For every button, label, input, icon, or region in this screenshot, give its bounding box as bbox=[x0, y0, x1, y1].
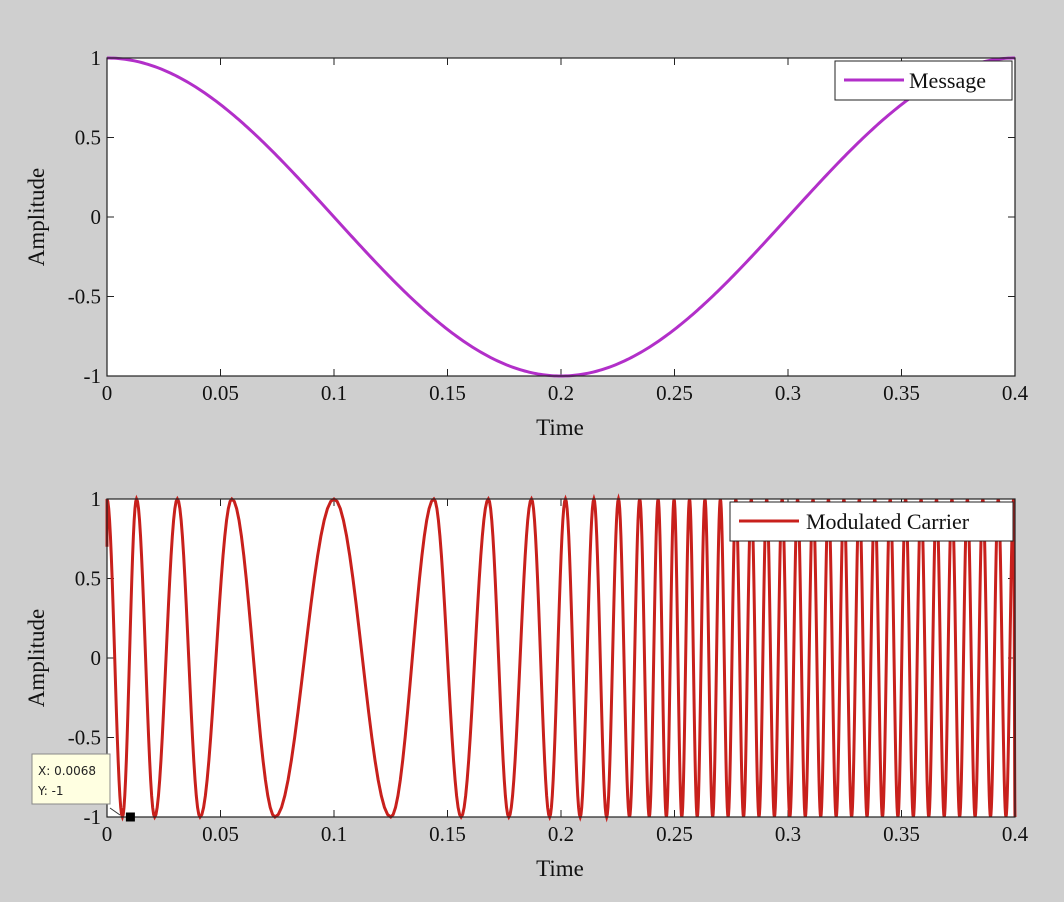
message-y-tick-label: -0.5 bbox=[68, 285, 101, 309]
modulated-carrier-chart: 0 0.05 0.1 0.15 0.2 0.25 0.3 0.35 0.4 -1 -0.5 0 0.5 1… bbox=[24, 487, 1029, 881]
message-y-tick-label: 1 bbox=[91, 46, 102, 70]
message-x-axis-label: Time bbox=[536, 415, 584, 440]
message-x-tick-label: 0.4 bbox=[1002, 381, 1029, 405]
message-x-tick-label: 0.35 bbox=[883, 381, 920, 405]
carrier-x-tick-label: 0.05 bbox=[202, 822, 239, 846]
message-plot-area[interactable] bbox=[107, 58, 1015, 376]
carrier-y-tick-label: 1 bbox=[91, 487, 102, 511]
carrier-x-tick-label: 0.2 bbox=[548, 822, 574, 846]
carrier-x-tick-label: 0.25 bbox=[656, 822, 693, 846]
message-chart: 0 0.05 0.1 0.15 0.2 0.25 0.3 0.35 0.4 -1 -0.5 0 0.5 1… bbox=[24, 46, 1029, 440]
carrier-y-tick-label: 0.5 bbox=[75, 567, 101, 591]
message-x-tick-label: 0.3 bbox=[775, 381, 801, 405]
carrier-x-tick-label: 0.35 bbox=[883, 822, 920, 846]
figure: 0 0.05 0.1 0.15 0.2 0.25 0.3 0.35 0.4 -1 -0.5 0 0.5 1… bbox=[24, 46, 1029, 881]
message-x-tick-label: 0.2 bbox=[548, 381, 574, 405]
carrier-x-axis-label: Time bbox=[536, 856, 584, 881]
carrier-x-tick-label: 0 bbox=[102, 822, 113, 846]
message-y-tick-label: 0.5 bbox=[75, 126, 101, 150]
carrier-x-tick-label: 0.15 bbox=[429, 822, 466, 846]
message-y-axis-label: Amplitude bbox=[24, 168, 49, 266]
message-x-tick-label: 0.25 bbox=[656, 381, 693, 405]
carrier-x-tick-label: 0.1 bbox=[321, 822, 347, 846]
carrier-y-tick-label: -0.5 bbox=[68, 726, 101, 750]
message-x-tick-label: 0.15 bbox=[429, 381, 466, 405]
carrier-legend-label: Modulated Carrier bbox=[806, 509, 970, 534]
carrier-y-tick-label: 0 bbox=[91, 646, 102, 670]
message-x-tick-label: 0.05 bbox=[202, 381, 239, 405]
carrier-y-axis-label: Amplitude bbox=[24, 609, 49, 707]
message-y-tick-label: 0 bbox=[91, 205, 102, 229]
datatip-x-value: X: 0.0068 bbox=[38, 764, 96, 778]
carrier-legend[interactable]: Modulated Carrier bbox=[729, 501, 1014, 542]
message-x-tick-label: 0.1 bbox=[321, 381, 347, 405]
carrier-x-tick-label: 0.3 bbox=[775, 822, 801, 846]
carrier-x-tick-label: 0.4 bbox=[1002, 822, 1029, 846]
message-legend-label: Message bbox=[909, 68, 986, 93]
carrier-y-tick-label: -1 bbox=[84, 805, 102, 829]
message-x-tick-label: 0 bbox=[102, 381, 113, 405]
message-legend[interactable]: Message bbox=[834, 60, 1013, 101]
datatip-marker[interactable] bbox=[125, 812, 135, 822]
datatip-y-value: Y: -1 bbox=[37, 784, 64, 798]
message-y-tick-label: -1 bbox=[84, 364, 102, 388]
